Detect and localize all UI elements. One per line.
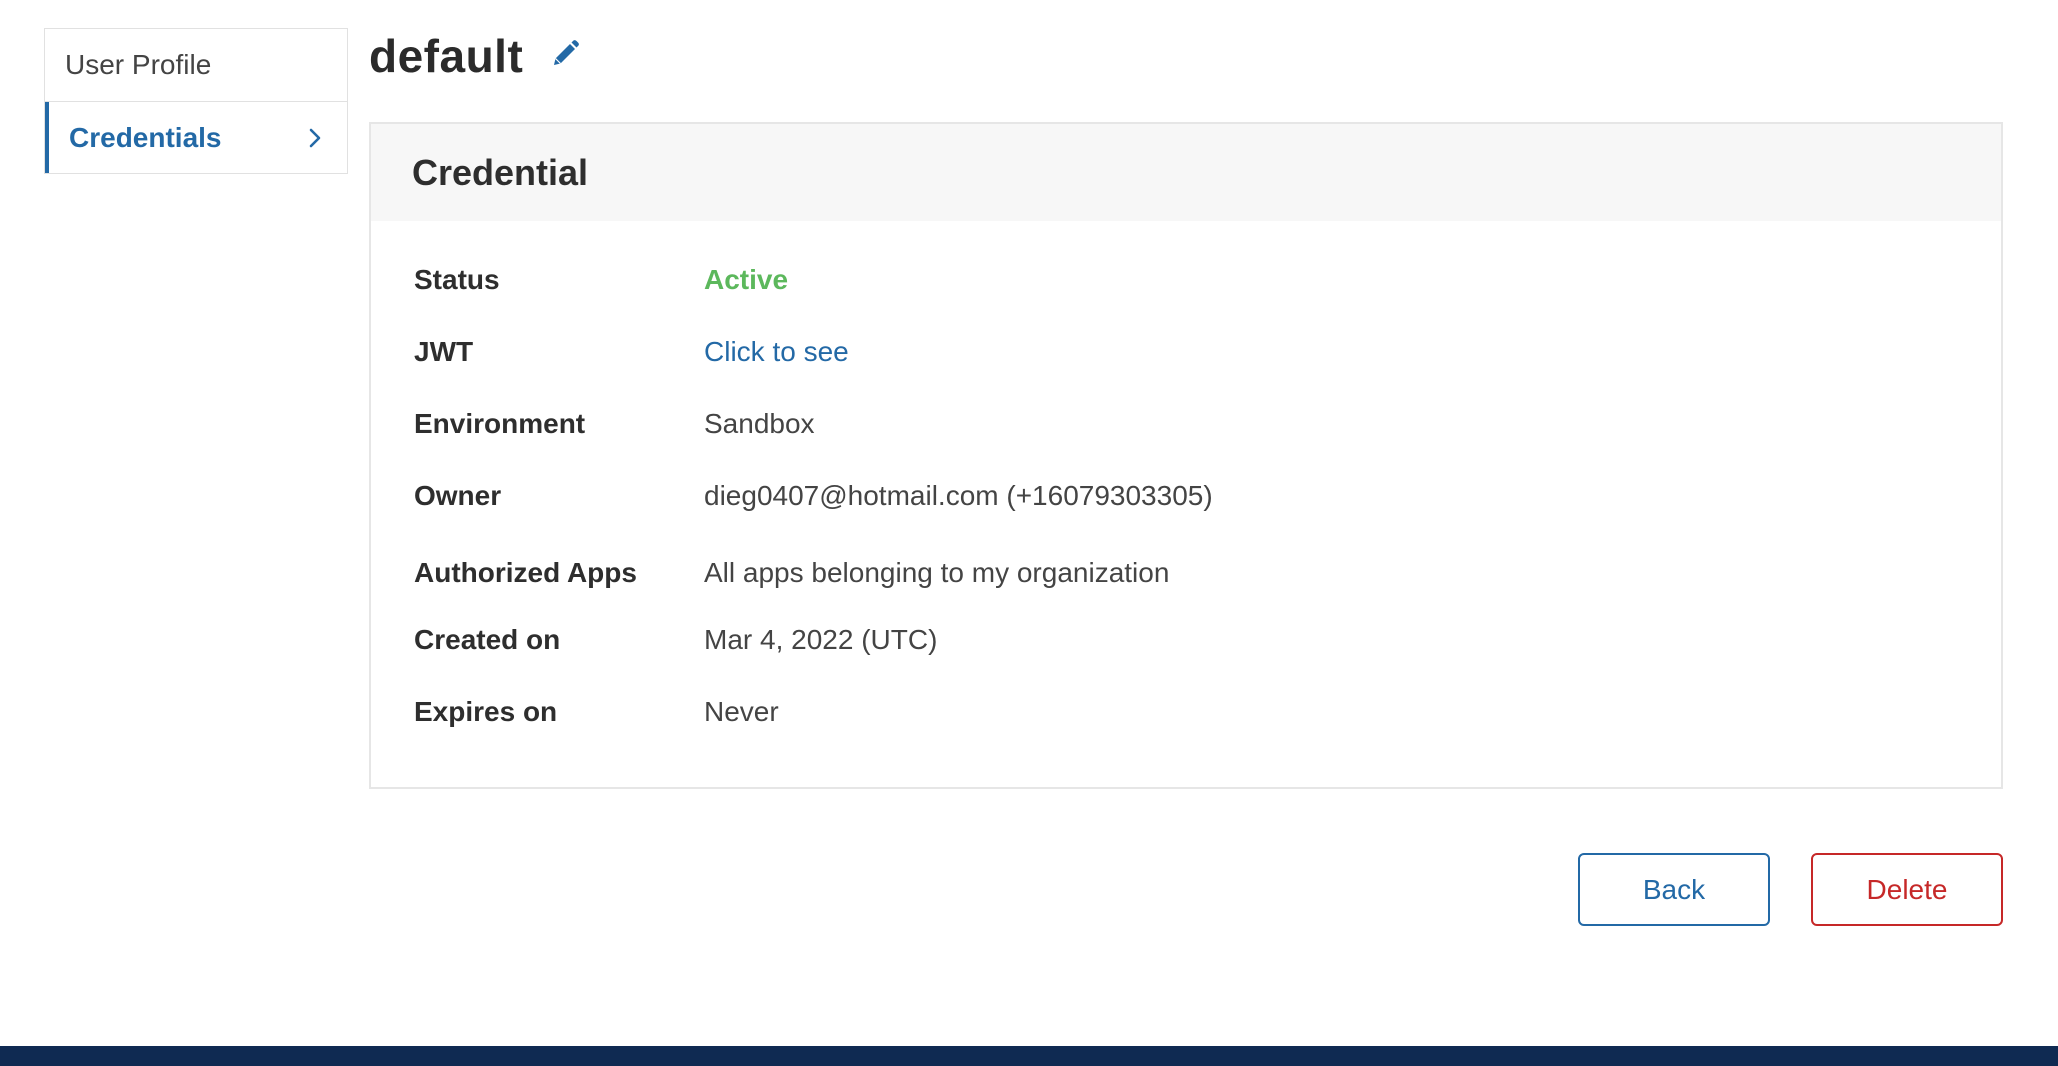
expires-on-value: Never: [704, 696, 779, 727]
detail-row-created-on: Created on Mar 4, 2022 (UTC): [414, 620, 937, 660]
detail-row-expires-on: Expires on Never: [414, 692, 779, 732]
environment-value: Sandbox: [704, 408, 815, 439]
detail-row-jwt: JWT Click to see: [414, 332, 849, 372]
authorized-apps-label: Authorized Apps: [414, 557, 637, 588]
sidebar-item-label: User Profile: [65, 49, 212, 80]
page-footer: [0, 1046, 2058, 1066]
detail-row-environment: Environment Sandbox: [414, 404, 815, 444]
created-on-value: Mar 4, 2022 (UTC): [704, 624, 938, 655]
page-title: default: [369, 30, 524, 82]
authorized-apps-value: All apps belonging to my organization: [704, 557, 1170, 588]
card-header: Credential: [371, 124, 2001, 221]
status-label: Status: [414, 264, 500, 295]
sidebar-item-credentials[interactable]: Credentials: [45, 101, 347, 173]
status-badge: Active: [704, 264, 789, 295]
sidebar-item-user-profile[interactable]: User Profile: [45, 29, 347, 101]
owner-value: dieg0407@hotmail.com (+16079303305): [704, 480, 1213, 511]
detail-row-owner: Owner dieg0407@hotmail.com (+16079303305…: [414, 476, 1213, 516]
card-body: Status Active JWT Click to see Environme…: [371, 221, 2001, 787]
edit-title-button[interactable]: [549, 39, 581, 74]
environment-label: Environment: [414, 408, 586, 439]
sidebar: User Profile Credentials: [44, 28, 348, 174]
chevron-right-icon: [303, 126, 327, 150]
created-on-label: Created on: [414, 624, 561, 655]
pencil-icon: [550, 39, 580, 74]
detail-row-status: Status Active: [414, 260, 788, 300]
sidebar-item-label: Credentials: [69, 121, 222, 153]
jwt-reveal-link[interactable]: Click to see: [704, 336, 849, 368]
expires-on-label: Expires on: [414, 696, 558, 727]
page-header: default: [369, 26, 581, 86]
delete-button[interactable]: Delete: [1811, 853, 2003, 926]
jwt-label: JWT: [414, 336, 474, 367]
detail-row-authorized-apps: Authorized Apps All apps belonging to my…: [414, 553, 1169, 593]
credential-card: Credential Status Active JWT Click to se…: [369, 122, 2003, 789]
owner-label: Owner: [414, 480, 502, 511]
back-button[interactable]: Back: [1578, 853, 1770, 926]
card-title: Credential: [412, 151, 589, 193]
